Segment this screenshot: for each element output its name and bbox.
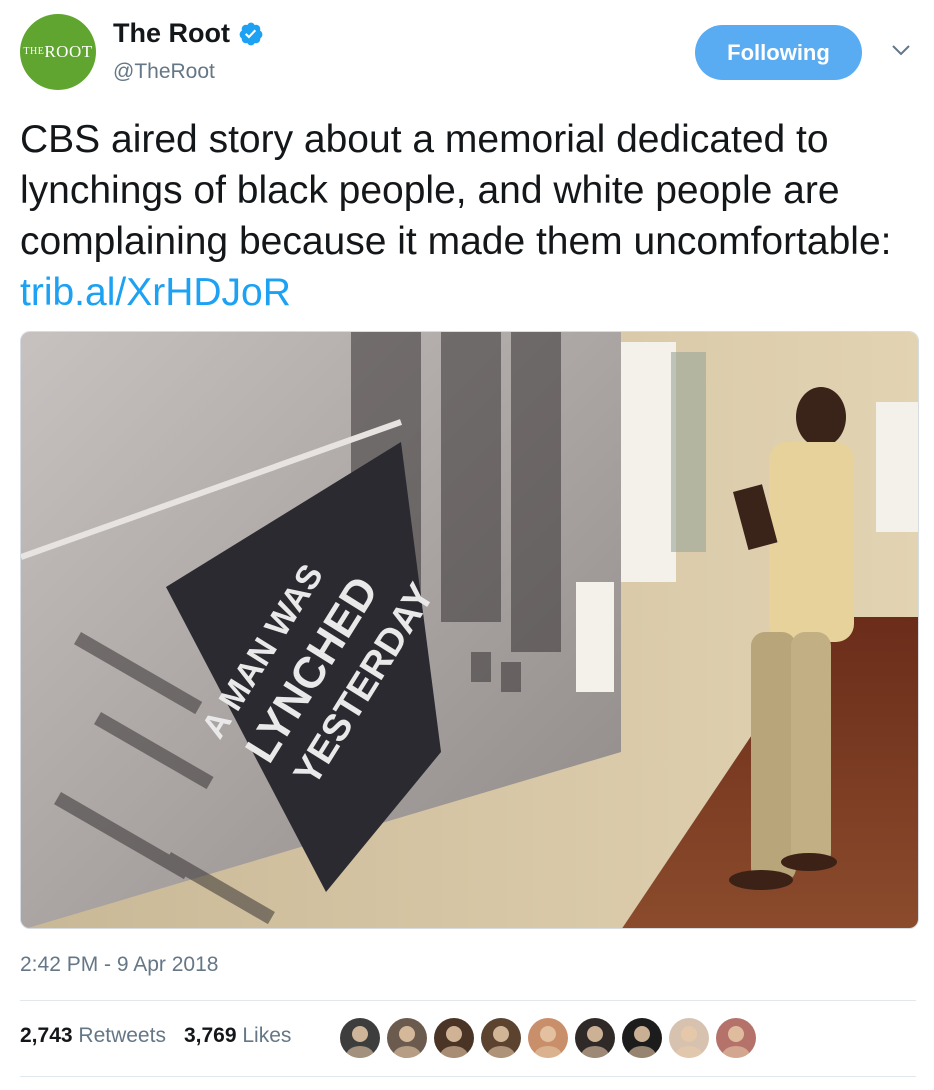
- divider-top: [20, 1000, 916, 1001]
- following-button[interactable]: Following: [695, 25, 862, 80]
- person-avatar-icon: [434, 1018, 474, 1058]
- liker-avatar-5[interactable]: [528, 1018, 568, 1058]
- tweet-stats: 2,743 Retweets 3,769 Likes: [20, 1024, 291, 1048]
- liker-avatar-2[interactable]: [387, 1018, 427, 1058]
- photo-illustration: A MAN WAS LYNCHED YESTERDAY: [21, 332, 918, 928]
- person-avatar-icon: [575, 1018, 615, 1058]
- liker-avatar-1[interactable]: [340, 1018, 380, 1058]
- likes-stat[interactable]: 3,769 Likes: [184, 1024, 291, 1048]
- person-avatar-icon: [340, 1018, 380, 1058]
- liker-avatar-3[interactable]: [434, 1018, 474, 1058]
- likes-count: 3,769: [183, 1024, 237, 1047]
- liker-avatar-9[interactable]: [716, 1018, 756, 1058]
- avatar-logo-text: THEROOT: [23, 42, 93, 61]
- user-handle[interactable]: @TheRoot: [113, 60, 215, 84]
- tweet-text: CBS aired story about a memorial dedicat…: [20, 114, 920, 318]
- person-avatar-icon: [481, 1018, 521, 1058]
- retweets-count: 2,743: [20, 1024, 73, 1047]
- display-name[interactable]: The Root: [113, 18, 264, 49]
- retweets-stat[interactable]: 2,743 Retweets: [20, 1024, 166, 1048]
- verified-badge-icon: [239, 22, 263, 45]
- tweet-body: CBS aired story about a memorial dedicat…: [20, 118, 892, 263]
- liker-avatar-7[interactable]: [622, 1018, 662, 1058]
- liker-avatar-4[interactable]: [481, 1018, 521, 1058]
- tweet-photo[interactable]: A MAN WAS LYNCHED YESTERDAY: [20, 331, 919, 929]
- display-name-text: The Root: [113, 18, 230, 48]
- person-avatar-icon: [622, 1018, 662, 1058]
- person-avatar-icon: [387, 1018, 427, 1058]
- divider-bottom: [20, 1076, 916, 1077]
- liker-avatar-6[interactable]: [575, 1018, 615, 1058]
- person-avatar-icon: [669, 1018, 709, 1058]
- likes-label: Likes: [242, 1024, 292, 1047]
- chevron-down-icon[interactable]: [890, 42, 912, 58]
- retweets-label: Retweets: [78, 1024, 166, 1047]
- liker-avatar-8[interactable]: [669, 1018, 709, 1058]
- profile-avatar[interactable]: THEROOT: [20, 14, 96, 90]
- tweet-timestamp[interactable]: 2:42 PM - 9 Apr 2018: [20, 953, 218, 977]
- tweet-link[interactable]: trib.al/XrHDJoR: [20, 271, 291, 314]
- person-avatar-icon: [716, 1018, 756, 1058]
- liker-avatars: [340, 1018, 756, 1058]
- person-avatar-icon: [528, 1018, 568, 1058]
